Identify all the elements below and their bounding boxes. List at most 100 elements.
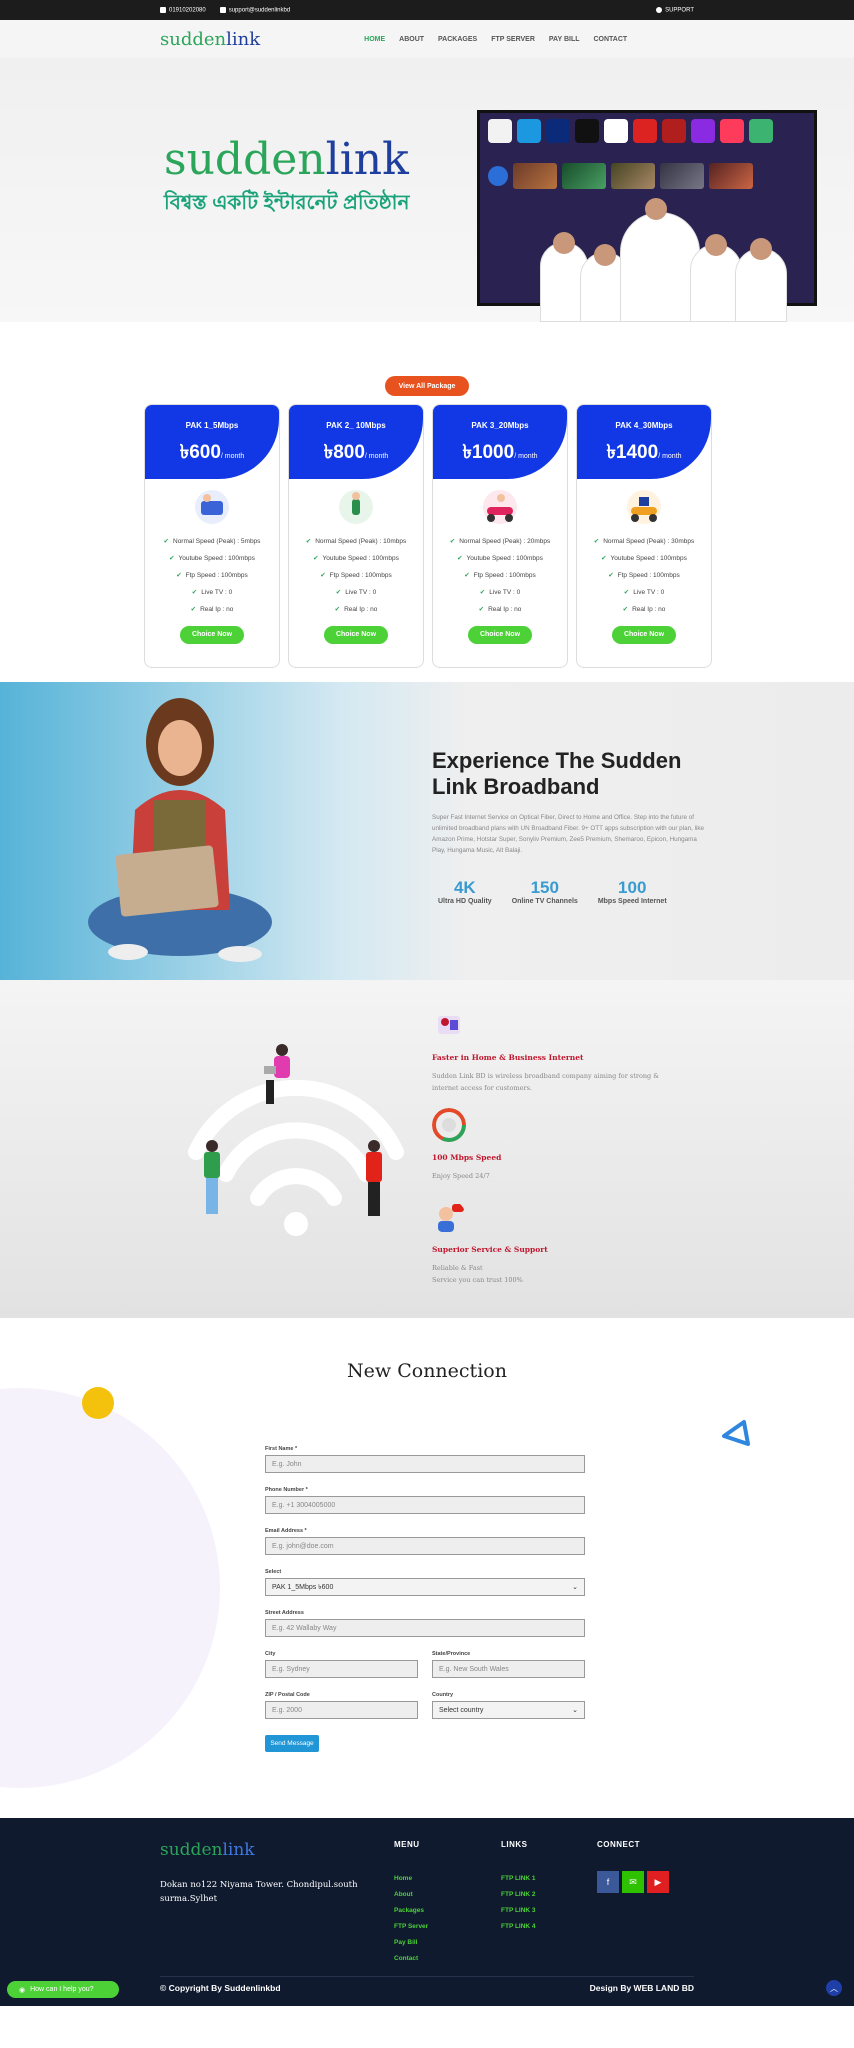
stat-number: 150 (530, 878, 559, 897)
ftp-link-3[interactable]: FTP LINK 3 (501, 1903, 536, 1919)
delivery-scooter-illustration-icon (627, 490, 661, 524)
stat-item: 100 Mbps Speed Internet (598, 878, 667, 905)
feature-realip: ✔ Real Ip : no (145, 601, 279, 618)
check-icon: ✔ (601, 555, 607, 562)
field-label: Country (432, 1692, 454, 1698)
package-name: PAK 4_30Mbps (615, 421, 673, 430)
footer-link-pay-bill[interactable]: Pay Bill (394, 1935, 428, 1951)
feature-text: Live TV : 0 (345, 589, 377, 596)
facebook-icon[interactable]: f (597, 1871, 619, 1893)
footer-link-home[interactable]: Home (394, 1871, 428, 1887)
ftp-link-1[interactable]: FTP LINK 1 (501, 1871, 536, 1887)
stat-item: 4K Ultra HD Quality (438, 878, 492, 905)
phone-contact[interactable]: 01910202080 (160, 6, 206, 14)
site-logo[interactable]: suddenlink (160, 29, 260, 50)
city-input[interactable]: E.g. Sydney (265, 1660, 418, 1678)
first-name-field: First Name * E.g. John (265, 1446, 585, 1473)
feature-text: Normal Speed (Peak) : 30mbps (603, 538, 695, 545)
nav-pay-bill[interactable]: PAY BILL (549, 36, 580, 43)
choice-now-button[interactable]: Choice Now (324, 626, 388, 644)
email-contact[interactable]: support@suddenlinkbd (219, 6, 290, 13)
top-bar: 01910202080 support@suddenlinkbd SUPPORT (0, 0, 854, 20)
feature-text: Enjoy Speed 24/7 (432, 1172, 490, 1180)
feature-title: Superior Service & Support (432, 1245, 548, 1254)
fast-internet-icon (438, 1016, 460, 1034)
new-connection-section: New Connection First Name * E.g. John Ph… (0, 1318, 854, 1818)
check-icon: ✔ (464, 572, 470, 579)
choice-now-button[interactable]: Choice Now (180, 626, 244, 644)
feature-text: Normal Speed (Peak) : 20mbps (459, 538, 551, 545)
nav-about[interactable]: ABOUT (399, 36, 424, 43)
package-header: PAK 2_ 10Mbps ৳800/ month (289, 405, 423, 479)
nav-contact[interactable]: CONTACT (594, 36, 628, 43)
content-thumbnail (611, 163, 655, 189)
phone-number: 01910202080 (169, 7, 206, 14)
feature-text: Sudden Link BD is wireless broadband com… (432, 1072, 660, 1092)
stat-number: 100 (618, 878, 647, 897)
feature-speed: ✔ Normal Speed (Peak) : 5mbps (145, 533, 279, 550)
check-icon: ✔ (593, 538, 600, 545)
footer-bottom-bar: © Copyright By Suddenlinkbd Design By WE… (160, 1976, 694, 1993)
feature-text: Youtube Speed : 100mbps (610, 555, 687, 562)
choice-now-button[interactable]: Choice Now (468, 626, 532, 644)
view-all-package-button[interactable]: View All Package (385, 376, 469, 396)
field-label: Email Address * (265, 1528, 307, 1534)
feature-livetv: ✔ Live TV : 0 (577, 584, 711, 601)
check-icon: ✔ (623, 589, 630, 596)
price-period: / month (220, 453, 245, 460)
stats-row: 4K Ultra HD Quality 150 Online TV Channels… (438, 878, 667, 905)
street-address-input[interactable]: E.g. 42 Wallaby Way (265, 1619, 585, 1637)
package-illustration (619, 487, 669, 527)
choice-now-button[interactable]: Choice Now (612, 626, 676, 644)
price-value: ৳800 (323, 442, 365, 463)
phone-input[interactable]: E.g. +1 3004005000 (265, 1496, 585, 1514)
footer-link-contact[interactable]: Contact (394, 1951, 428, 1967)
footer-links-title: LINKS (501, 1840, 528, 1849)
package-card: PAK 3_20Mbps ৳1000/ month ✔ Normal Speed … (432, 404, 568, 668)
nav-home[interactable]: HOME (364, 36, 385, 43)
check-icon: ✔ (190, 606, 197, 613)
first-name-input[interactable]: E.g. John (265, 1455, 585, 1473)
person-head (750, 238, 772, 260)
nav-ftp-server[interactable]: FTP SERVER (491, 36, 535, 43)
footer-link-about[interactable]: About (394, 1887, 428, 1903)
footer-link-packages[interactable]: Packages (394, 1903, 428, 1919)
package-features: ✔ Normal Speed (Peak) : 5mbps ✔ Youtube Sp… (145, 533, 279, 618)
feature-title: 100 Mbps Speed (432, 1153, 502, 1162)
price-value: ৳1000 (462, 442, 515, 463)
package-select[interactable]: PAK 1_5Mbps ৳600 ⌄ (265, 1578, 585, 1596)
check-icon: ✔ (335, 589, 342, 596)
navbar: suddenlink HOME ABOUT PACKAGES FTP SERVE… (0, 20, 854, 58)
wechat-icon[interactable]: ✉ (622, 1871, 644, 1893)
person-head (705, 234, 727, 256)
email-input[interactable]: E.g. john@doe.com (265, 1537, 585, 1555)
zip-input[interactable]: E.g. 2000 (265, 1701, 418, 1719)
package-price: ৳600/ month (145, 438, 279, 470)
ftp-link-4[interactable]: FTP LINK 4 (501, 1919, 536, 1935)
footer-link-ftp-server[interactable]: FTP Server (394, 1919, 428, 1935)
experience-section: Experience The Sudden Link Broadband Sup… (0, 682, 854, 980)
nav-packages[interactable]: PACKAGES (438, 36, 477, 43)
scroll-to-top-button[interactable]: ︿ (826, 1980, 842, 1996)
scooter-illustration-icon (483, 490, 517, 524)
state-input[interactable]: E.g. New South Wales (432, 1660, 585, 1678)
ftp-link-2[interactable]: FTP LINK 2 (501, 1887, 536, 1903)
content-thumbnail (562, 163, 606, 189)
feature-ftp: ✔ Ftp Speed : 100mbps (145, 567, 279, 584)
support-link[interactable]: SUPPORT (656, 6, 694, 13)
whatsapp-icon (656, 6, 663, 13)
google-play-icon (749, 119, 773, 143)
send-message-button[interactable]: Send Message (265, 1735, 319, 1752)
whatsapp-chat-button[interactable]: ◉ How can I help you? (7, 1981, 119, 1998)
footer-logo[interactable]: suddenlink (160, 1840, 255, 1860)
footer-menu-title: MENU (394, 1840, 420, 1849)
youtube-icon[interactable]: ▶ (647, 1871, 669, 1893)
feature-text: Youtube Speed : 100mbps (178, 555, 255, 562)
feature-livetv: ✔ Live TV : 0 (289, 584, 423, 601)
wifi-people-illustration (188, 1044, 404, 1236)
feature-youtube: ✔ Youtube Speed : 100mbps (145, 550, 279, 567)
feature-text: Normal Speed (Peak) : 10mbps (315, 538, 407, 545)
country-select[interactable]: Select country ⌄ (432, 1701, 585, 1719)
package-features: ✔ Normal Speed (Peak) : 20mbps ✔ Youtube S… (433, 533, 567, 618)
price-period: / month (658, 453, 682, 460)
